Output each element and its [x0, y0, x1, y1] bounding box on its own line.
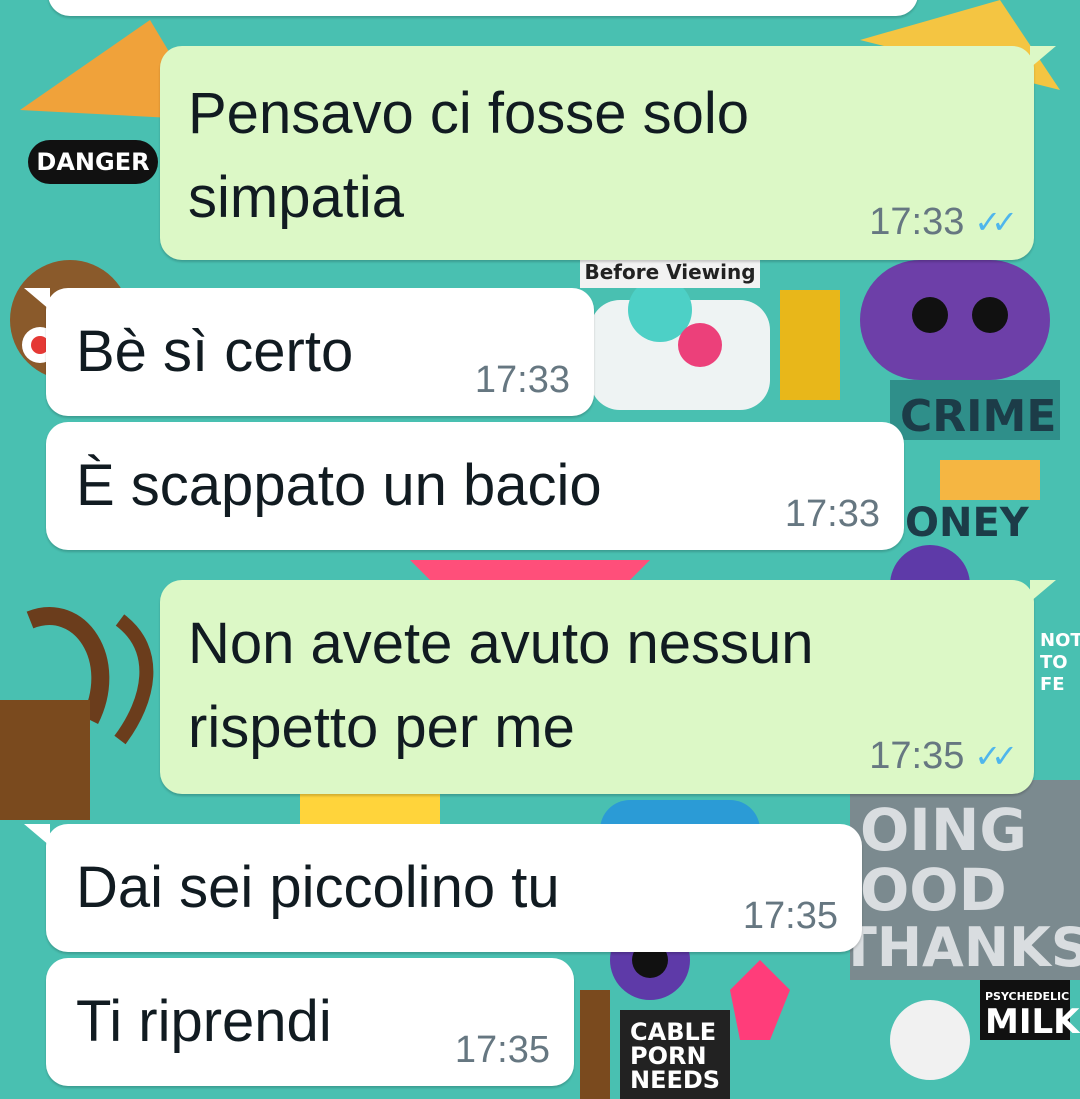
nothing-to-fear-sticker: NOTH TO FE	[1040, 630, 1080, 695]
message-bubble-in[interactable]: Dai sei piccolino tu 17:35	[24, 824, 862, 952]
message-text: Non avete avuto nessun rispetto per me	[188, 602, 814, 770]
message-bubble-out[interactable]: Non avete avuto nessun rispetto per me 17…	[160, 580, 1056, 794]
porn-sticker: PORN	[630, 1042, 707, 1070]
message-time: 17:35	[869, 735, 965, 777]
bubble-tail	[24, 288, 50, 310]
needs-sticker: NEEDS	[630, 1066, 721, 1094]
message-time: 17:33	[869, 201, 965, 243]
cable-sticker: CABLE	[630, 1018, 717, 1046]
message-text-line: Non avete avuto nessun	[188, 611, 814, 676]
message-text-line: rispetto per me	[188, 695, 575, 760]
milk-sticker: MILK	[985, 1002, 1080, 1042]
message-meta: 17:33	[475, 360, 570, 400]
message-text: Dai sei piccolino tu	[76, 855, 560, 920]
message-bubble-in[interactable]: Bè sì certo 17:33	[24, 288, 594, 416]
double-check-icon: ✓✓	[974, 204, 1018, 240]
message-text-line: simpatia	[188, 165, 404, 230]
message-text: Pensavo ci fosse solo simpatia	[188, 72, 749, 240]
message-meta: 17:35	[455, 1030, 550, 1070]
message-text-line: Pensavo ci fosse solo	[188, 81, 749, 146]
bubble-tail	[24, 824, 50, 846]
thanks-sticker: THANKS	[840, 916, 1080, 979]
message-bubble-in[interactable]: È scappato un bacio 17:33	[46, 422, 904, 550]
message-bubble-in[interactable]: Ti riprendi 17:35	[46, 958, 574, 1086]
message-text: È scappato un bacio	[76, 453, 602, 518]
message-time: 17:35	[742, 895, 838, 937]
double-check-icon: ✓✓	[974, 738, 1018, 774]
message-text: Ti riprendi	[76, 989, 332, 1054]
message-time: 17:33	[784, 493, 880, 535]
crime-sticker: CRIME	[900, 391, 1057, 442]
danger-sticker: DANGER	[28, 140, 158, 184]
message-meta: 17:33	[785, 494, 880, 534]
doing-good-sticker: OING OOD	[860, 796, 1028, 924]
oney-sticker: ONEY	[905, 500, 1029, 546]
message-time: 17:35	[454, 1029, 550, 1071]
bubble-tail	[1030, 46, 1056, 68]
bubble-tail	[1030, 580, 1056, 602]
before-viewing-sticker: Before Viewing	[580, 256, 760, 288]
message-meta: 17:35 ✓✓	[869, 735, 1018, 777]
message-meta: 17:35	[743, 896, 838, 936]
message-text: Bè sì certo	[76, 319, 354, 384]
message-bubble-out[interactable]: Pensavo ci fosse solo simpatia 17:33 ✓✓	[160, 46, 1056, 260]
message-time: 17:33	[474, 359, 570, 401]
previous-message-bubble[interactable]	[48, 0, 918, 16]
message-meta: 17:33 ✓✓	[869, 201, 1018, 243]
